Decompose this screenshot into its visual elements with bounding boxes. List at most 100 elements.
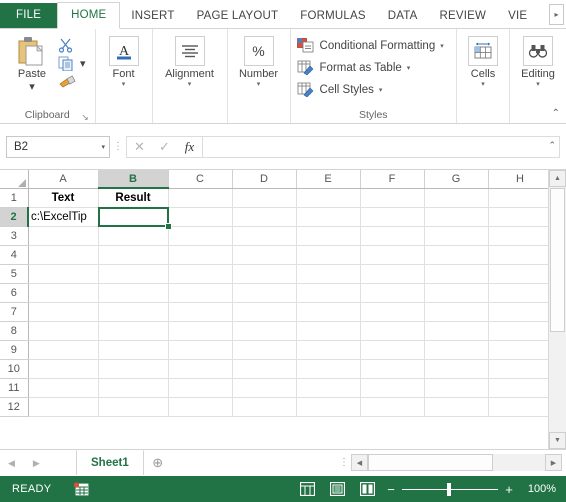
cell-G2[interactable] xyxy=(424,207,489,227)
tab-review[interactable]: REVIEW xyxy=(429,4,498,28)
column-header-g[interactable]: G xyxy=(424,170,489,189)
format-as-table-button[interactable]: Format as Table ▾ xyxy=(297,58,444,77)
tab-data[interactable]: DATA xyxy=(377,4,429,28)
macro-record-icon[interactable] xyxy=(73,482,89,496)
cell-A2[interactable]: c:\ExcelTip xyxy=(28,207,99,227)
cell-E9[interactable] xyxy=(296,340,361,360)
cell-H5[interactable] xyxy=(488,264,553,284)
sheet-prev-button[interactable]: ◀ xyxy=(8,458,15,469)
tab-view[interactable]: VIE xyxy=(497,4,529,28)
name-box[interactable]: B2 ▾ xyxy=(6,135,110,158)
cell-H7[interactable] xyxy=(488,302,553,322)
cell-E12[interactable] xyxy=(296,397,361,417)
formula-input[interactable]: ⌃ xyxy=(202,135,560,158)
cell-H4[interactable] xyxy=(488,245,553,265)
cell-B1[interactable]: Result xyxy=(98,188,169,208)
cell-B9[interactable] xyxy=(98,340,169,360)
zoom-slider[interactable] xyxy=(402,476,498,502)
cell-C11[interactable] xyxy=(168,378,233,398)
cell-G1[interactable] xyxy=(424,188,489,208)
cell-F1[interactable] xyxy=(360,188,425,208)
cell-D1[interactable] xyxy=(232,188,297,208)
cell-C7[interactable] xyxy=(168,302,233,322)
cell-C6[interactable] xyxy=(168,283,233,303)
paste-button[interactable]: Paste ▾ xyxy=(9,34,55,93)
cell-C1[interactable] xyxy=(168,188,233,208)
horizontal-scrollbar-track[interactable]: ◀ ▶ xyxy=(351,454,562,471)
cell-G7[interactable] xyxy=(424,302,489,322)
cell-F7[interactable] xyxy=(360,302,425,322)
normal-view-button[interactable] xyxy=(292,476,322,502)
clipboard-dialog-launcher[interactable]: ↘ xyxy=(81,113,90,122)
cell-F8[interactable] xyxy=(360,321,425,341)
cell-E8[interactable] xyxy=(296,321,361,341)
row-header-6[interactable]: 6 xyxy=(0,283,29,303)
cell-A8[interactable] xyxy=(28,321,99,341)
fill-handle[interactable] xyxy=(165,223,172,230)
cell-H10[interactable] xyxy=(488,359,553,379)
number-dropdown-arrow[interactable]: ▾ xyxy=(257,81,261,89)
copy-button[interactable]: ▾ xyxy=(55,54,86,72)
cell-E2[interactable] xyxy=(296,207,361,227)
cell-H11[interactable] xyxy=(488,378,553,398)
cell-E4[interactable] xyxy=(296,245,361,265)
conditional-formatting-caret[interactable]: ▾ xyxy=(440,42,444,50)
cell-G4[interactable] xyxy=(424,245,489,265)
cell-D10[interactable] xyxy=(232,359,297,379)
cell-F10[interactable] xyxy=(360,359,425,379)
cell-D3[interactable] xyxy=(232,226,297,246)
scroll-up-button[interactable]: ▲ xyxy=(549,170,566,187)
cell-C4[interactable] xyxy=(168,245,233,265)
cell-E7[interactable] xyxy=(296,302,361,322)
conditional-formatting-button[interactable]: Conditional Formatting ▾ xyxy=(297,36,444,55)
row-header-5[interactable]: 5 xyxy=(0,264,29,284)
cell-G9[interactable] xyxy=(424,340,489,360)
cell-B12[interactable] xyxy=(98,397,169,417)
cell-F5[interactable] xyxy=(360,264,425,284)
select-all-corner[interactable] xyxy=(0,170,29,189)
cell-B11[interactable] xyxy=(98,378,169,398)
tab-file[interactable]: FILE xyxy=(0,3,58,28)
cell-G5[interactable] xyxy=(424,264,489,284)
cell-B7[interactable] xyxy=(98,302,169,322)
row-header-12[interactable]: 12 xyxy=(0,397,29,417)
page-break-preview-button[interactable] xyxy=(352,476,382,502)
format-painter-button[interactable] xyxy=(55,72,86,90)
cell-B8[interactable] xyxy=(98,321,169,341)
cell-D7[interactable] xyxy=(232,302,297,322)
cell-G10[interactable] xyxy=(424,359,489,379)
cell-C8[interactable] xyxy=(168,321,233,341)
paste-dropdown-arrow[interactable]: ▾ xyxy=(29,80,35,93)
cell-F12[interactable] xyxy=(360,397,425,417)
cell-A11[interactable] xyxy=(28,378,99,398)
cell-E5[interactable] xyxy=(296,264,361,284)
column-header-f[interactable]: F xyxy=(360,170,425,189)
row-header-10[interactable]: 10 xyxy=(0,359,29,379)
tabstrip-overflow-right-icon[interactable]: ▸ xyxy=(549,4,564,25)
cell-A1[interactable]: Text xyxy=(28,188,99,208)
cell-G3[interactable] xyxy=(424,226,489,246)
row-header-4[interactable]: 4 xyxy=(0,245,29,265)
cell-H1[interactable] xyxy=(488,188,553,208)
row-header-11[interactable]: 11 xyxy=(0,378,29,398)
cancel-formula-button[interactable]: ✕ xyxy=(127,137,152,157)
add-sheet-button[interactable]: ⊕ xyxy=(144,455,172,471)
tab-page-layout[interactable]: PAGE LAYOUT xyxy=(186,4,290,28)
cell-C5[interactable] xyxy=(168,264,233,284)
cell-A4[interactable] xyxy=(28,245,99,265)
cell-G6[interactable] xyxy=(424,283,489,303)
cell-F11[interactable] xyxy=(360,378,425,398)
row-header-1[interactable]: 1 xyxy=(0,188,29,208)
sheet-next-button[interactable]: ▶ xyxy=(33,458,40,469)
editing-dropdown-arrow[interactable]: ▾ xyxy=(536,81,540,89)
cell-B10[interactable] xyxy=(98,359,169,379)
cells-dropdown-arrow[interactable]: ▾ xyxy=(481,81,485,89)
cell-D11[interactable] xyxy=(232,378,297,398)
cell-A7[interactable] xyxy=(28,302,99,322)
cell-H12[interactable] xyxy=(488,397,553,417)
cell-E10[interactable] xyxy=(296,359,361,379)
cell-F3[interactable] xyxy=(360,226,425,246)
cell-E6[interactable] xyxy=(296,283,361,303)
cell-F4[interactable] xyxy=(360,245,425,265)
insert-function-button[interactable]: fx xyxy=(177,137,202,157)
